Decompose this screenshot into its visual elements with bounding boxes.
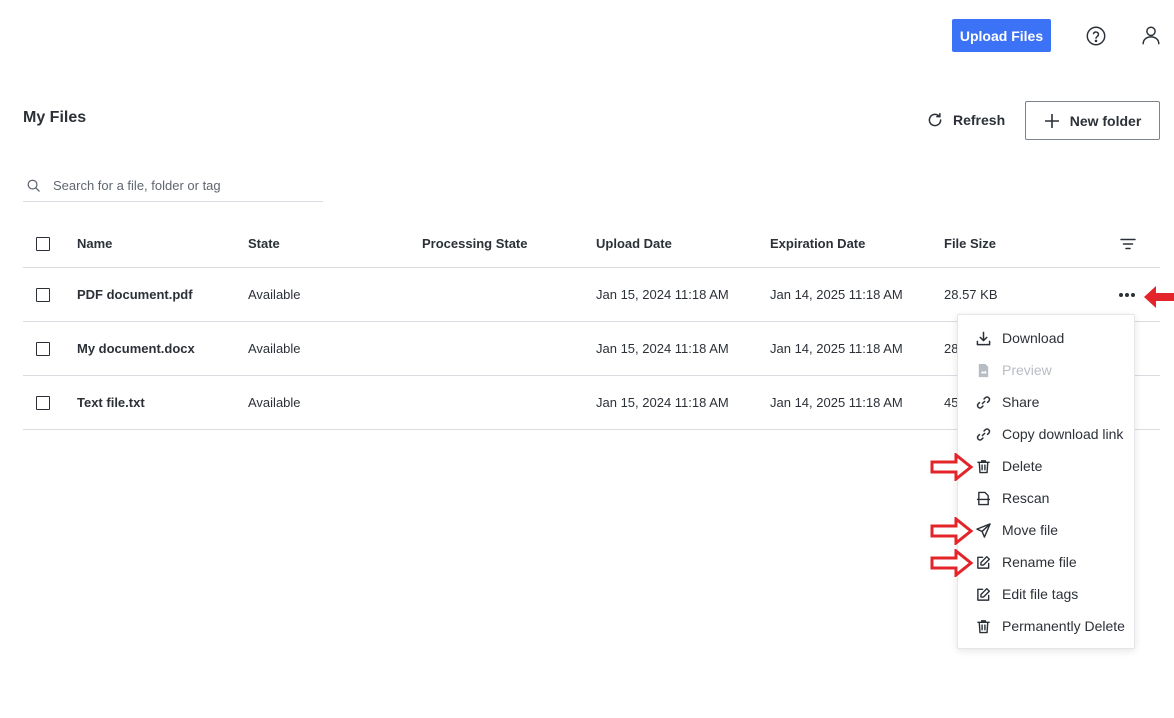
rescan-icon: [976, 491, 991, 506]
menu-item-delete[interactable]: Delete: [958, 450, 1134, 482]
file-name[interactable]: PDF document.pdf: [77, 268, 193, 321]
menu-item-permanently-delete[interactable]: Permanently Delete: [958, 610, 1134, 642]
file-upload-date: Jan 15, 2024 11:18 AM: [596, 395, 729, 410]
menu-item-label: Preview: [1002, 362, 1052, 378]
file-state: Available: [248, 287, 301, 302]
refresh-label: Refresh: [953, 112, 1006, 128]
search-input[interactable]: [51, 177, 315, 194]
upload-files-button[interactable]: Upload Files: [952, 19, 1051, 52]
file-upload-date: Jan 15, 2024 11:18 AM: [596, 341, 729, 356]
menu-item-label: Copy download link: [1002, 426, 1124, 442]
menu-item-rename-file[interactable]: Rename file: [958, 546, 1134, 578]
file-name[interactable]: My document.docx: [77, 322, 195, 375]
file-context-menu: Download Preview Share Copy download lin…: [957, 314, 1135, 649]
help-circle-icon[interactable]: [1085, 25, 1107, 47]
annotation-arrow-right-icon: [930, 517, 974, 545]
file-state: Available: [248, 341, 301, 356]
menu-item-share[interactable]: Share: [958, 386, 1134, 418]
edit-icon: [976, 555, 991, 570]
select-all-checkbox[interactable]: [36, 236, 50, 251]
menu-item-label: Share: [1002, 394, 1040, 410]
send-icon: [976, 522, 991, 538]
file-expiration-date: Jan 14, 2025 11:18 AM: [770, 287, 903, 302]
column-header-upload-date[interactable]: Upload Date: [596, 220, 672, 267]
link-icon: [976, 427, 991, 442]
file-preview-icon: [976, 363, 991, 378]
file-expiration-date: Jan 14, 2025 11:18 AM: [770, 341, 903, 356]
search-bar: [23, 170, 323, 202]
row-checkbox[interactable]: [36, 341, 50, 356]
row-checkbox[interactable]: [36, 395, 50, 410]
filter-icon[interactable]: [1120, 220, 1136, 267]
trash-icon: [976, 459, 991, 474]
column-header-state[interactable]: State: [248, 220, 280, 267]
annotation-arrow-right-icon: [930, 549, 974, 577]
menu-item-preview[interactable]: Preview: [958, 354, 1134, 386]
table-header-row: Name State Processing State Upload Date …: [23, 220, 1160, 268]
row-checkbox[interactable]: [36, 287, 50, 302]
menu-item-label: Delete: [1002, 458, 1043, 474]
menu-item-move-file[interactable]: Move file: [958, 514, 1134, 546]
column-header-processing-state[interactable]: Processing State: [422, 220, 528, 267]
new-folder-label: New folder: [1069, 112, 1142, 129]
column-header-expiration-date[interactable]: Expiration Date: [770, 220, 865, 267]
menu-item-copy-download-link[interactable]: Copy download link: [958, 418, 1134, 450]
file-expiration-date: Jan 14, 2025 11:18 AM: [770, 395, 903, 410]
annotation-arrow-right-icon: [930, 453, 974, 481]
search-icon: [26, 178, 41, 193]
user-icon[interactable]: [1140, 24, 1162, 46]
menu-item-label: Permanently Delete: [1002, 618, 1125, 634]
menu-item-label: Rescan: [1002, 490, 1050, 506]
menu-item-rescan[interactable]: Rescan: [958, 482, 1134, 514]
link-icon: [976, 395, 991, 410]
refresh-icon: [926, 111, 944, 129]
edit-icon: [976, 587, 991, 602]
new-folder-button[interactable]: New folder: [1025, 101, 1160, 140]
menu-item-download[interactable]: Download: [958, 322, 1134, 354]
plus-icon: [1044, 113, 1060, 129]
file-upload-date: Jan 15, 2024 11:18 AM: [596, 287, 729, 302]
menu-item-edit-file-tags[interactable]: Edit file tags: [958, 578, 1134, 610]
menu-item-label: Rename file: [1002, 554, 1077, 570]
menu-item-label: Move file: [1002, 522, 1059, 538]
menu-item-label: Edit file tags: [1002, 586, 1079, 602]
column-header-file-size[interactable]: File Size: [944, 220, 996, 267]
file-name[interactable]: Text file.txt: [77, 376, 145, 429]
menu-item-label: Download: [1002, 330, 1065, 346]
refresh-button[interactable]: Refresh: [926, 106, 1005, 134]
trash-icon: [976, 619, 991, 634]
column-header-name[interactable]: Name: [77, 220, 112, 267]
download-icon: [976, 331, 991, 346]
file-state: Available: [248, 395, 301, 410]
annotation-arrow-left-icon: [1144, 284, 1174, 310]
page-title: My Files: [23, 109, 87, 126]
